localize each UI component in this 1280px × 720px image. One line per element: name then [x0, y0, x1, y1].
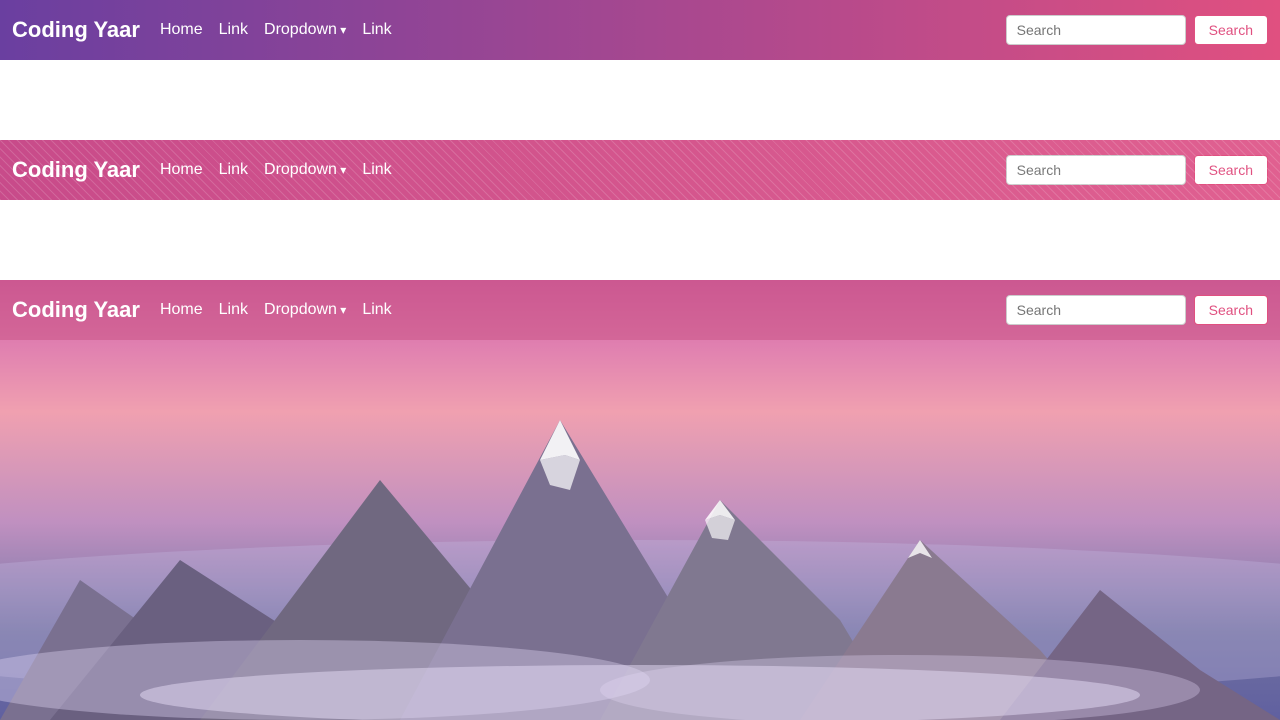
nav-link1-3[interactable]: Link: [219, 301, 248, 319]
mountain-svg: [0, 300, 1280, 720]
search-form-3: Search: [1006, 295, 1268, 325]
brand-2: Coding Yaar: [12, 157, 140, 183]
brand-1: Coding Yaar: [12, 17, 140, 43]
nav-link1-2[interactable]: Link: [219, 161, 248, 179]
search-button-3[interactable]: Search: [1194, 295, 1268, 325]
nav-link2-1[interactable]: Link: [362, 21, 391, 39]
nav-link2-2[interactable]: Link: [362, 161, 391, 179]
search-input-3[interactable]: [1006, 295, 1186, 325]
navbar-2-wrapper: Coding Yaar Home Link Dropdown Link Sear…: [0, 140, 1280, 200]
nav-home-2[interactable]: Home: [160, 161, 203, 179]
search-button-2[interactable]: Search: [1194, 155, 1268, 185]
page-wrapper: Coding Yaar Home Link Dropdown Link Sear…: [0, 0, 1280, 720]
nav-links-3: Home Link Dropdown Link: [160, 301, 1006, 319]
navbar-3: Coding Yaar Home Link Dropdown Link Sear…: [0, 280, 1280, 340]
nav-link1-1[interactable]: Link: [219, 21, 248, 39]
nav-links-2: Home Link Dropdown Link: [160, 161, 1006, 179]
navbar-1: Coding Yaar Home Link Dropdown Link Sear…: [0, 0, 1280, 60]
navbar-2: Coding Yaar Home Link Dropdown Link Sear…: [0, 140, 1280, 200]
nav-dropdown-1[interactable]: Dropdown: [264, 21, 346, 39]
search-input-2[interactable]: [1006, 155, 1186, 185]
nav-home-3[interactable]: Home: [160, 301, 203, 319]
brand-3: Coding Yaar: [12, 297, 140, 323]
nav-link2-3[interactable]: Link: [362, 301, 391, 319]
nav-dropdown-2[interactable]: Dropdown: [264, 161, 346, 179]
search-form-1: Search: [1006, 15, 1268, 45]
gap-2: [0, 200, 1280, 280]
search-button-1[interactable]: Search: [1194, 15, 1268, 45]
nav-home-1[interactable]: Home: [160, 21, 203, 39]
search-form-2: Search: [1006, 155, 1268, 185]
gap-1: [0, 60, 1280, 140]
search-input-1[interactable]: [1006, 15, 1186, 45]
nav-dropdown-3[interactable]: Dropdown: [264, 301, 346, 319]
nav-links-1: Home Link Dropdown Link: [160, 21, 1006, 39]
navbar-3-section: Coding Yaar Home Link Dropdown Link Sear…: [0, 280, 1280, 720]
